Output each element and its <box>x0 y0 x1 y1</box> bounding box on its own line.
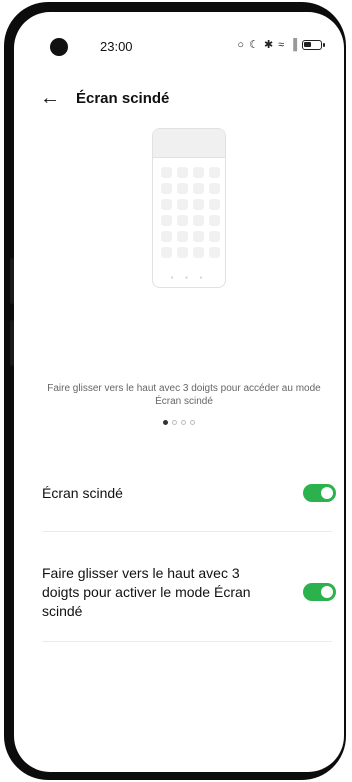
moon-icon: ☾ <box>249 39 259 51</box>
alarm-icon: ○ <box>237 38 245 51</box>
setting-split-screen[interactable]: Écran scindé <box>42 478 344 508</box>
illustration-caption: Faire glisser vers le haut avec 3 doigts… <box>47 383 321 407</box>
bluetooth-icon: ✱ <box>263 39 274 51</box>
illustration-top-window <box>153 129 225 158</box>
page-indicator[interactable] <box>14 420 344 425</box>
wifi-icon: ≈ <box>278 38 285 51</box>
status-time: 23:00 <box>100 39 133 54</box>
status-icons: ○ ☾ ✱ ≈ ▐ <box>237 38 325 51</box>
page-dot-active <box>163 420 168 425</box>
battery-icon <box>302 39 325 50</box>
page-title: Écran scindé <box>76 89 170 107</box>
phone-illustration: ● ● ● <box>152 128 226 288</box>
setting-label: Écran scindé <box>42 484 123 501</box>
illustration-app-grid <box>161 167 220 258</box>
app-bar: ← Écran scindé <box>40 88 169 108</box>
page-dot <box>190 420 195 425</box>
split-screen-toggle[interactable] <box>303 484 336 502</box>
divider <box>42 531 332 532</box>
page-dot <box>181 420 186 425</box>
setting-three-finger-swipe[interactable]: Faire glisser vers le haut avec 3 doigts… <box>42 552 344 632</box>
signal-icon: ▐ <box>289 38 297 51</box>
divider <box>42 641 332 642</box>
page-dot <box>172 420 177 425</box>
illustration-nav-dots: ● ● ● <box>170 275 208 281</box>
arrow-left-icon[interactable]: ← <box>40 88 62 108</box>
screen: 23:00 ○ ☾ ✱ ≈ ▐ ← Écran scindé ● ● ● Fai… <box>14 12 344 772</box>
phone-frame: 23:00 ○ ☾ ✱ ≈ ▐ ← Écran scindé ● ● ● Fai… <box>4 2 346 780</box>
three-finger-swipe-toggle[interactable] <box>303 583 336 601</box>
setting-label: Faire glisser vers le haut avec 3 doigts… <box>42 564 251 619</box>
front-camera <box>50 38 68 56</box>
